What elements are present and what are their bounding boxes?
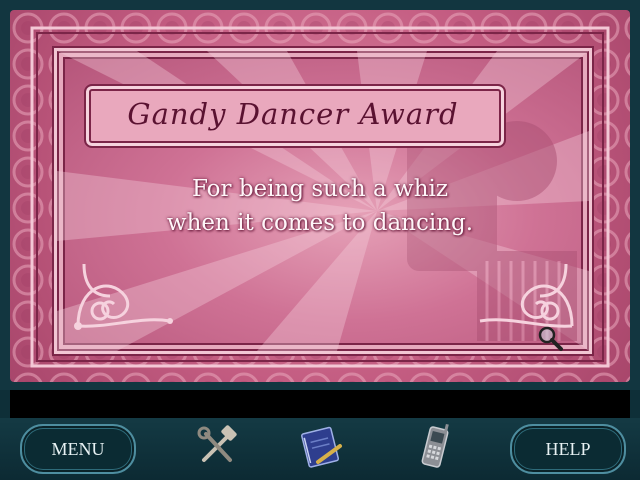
cellphone-icon[interactable] bbox=[410, 422, 460, 472]
tools-icon[interactable] bbox=[192, 422, 242, 472]
award-line-1: For being such a whiz bbox=[191, 176, 448, 202]
magnifier-cursor-icon bbox=[538, 326, 563, 351]
award-line-2: when it comes to dancing. bbox=[166, 210, 474, 236]
award-title: Gandy Dancer Award bbox=[127, 97, 459, 131]
journal-icon[interactable] bbox=[296, 422, 346, 472]
help-button[interactable]: HELP bbox=[510, 424, 626, 474]
dialogue-bar bbox=[10, 390, 630, 418]
menu-button[interactable]: MENU bbox=[20, 424, 136, 474]
left-scroll-ornament bbox=[74, 263, 173, 330]
award-title-plaque: Gandy Dancer Award bbox=[84, 84, 506, 148]
award-description: For being such a whiz when it comes to d… bbox=[100, 172, 540, 240]
